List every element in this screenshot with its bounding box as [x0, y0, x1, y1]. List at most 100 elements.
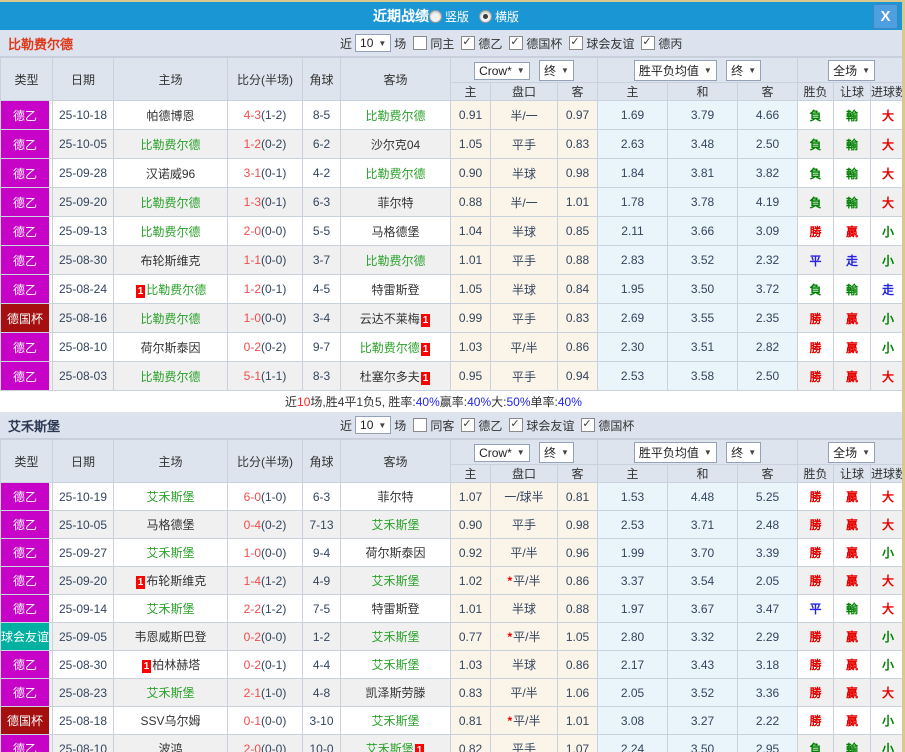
avg-home-cell: 1.97 — [598, 595, 668, 623]
league-checkbox[interactable] — [581, 418, 595, 432]
avg-home-cell: 2.63 — [598, 130, 668, 159]
radio-horizontal-label[interactable]: 横版 — [495, 8, 519, 25]
away-team-cell: 凯泽斯劳滕 — [341, 679, 451, 707]
avg-select[interactable]: 胜平负均值▼ — [634, 442, 717, 463]
league-checkbox[interactable] — [569, 36, 583, 50]
home-odds-cell: 0.77 — [451, 623, 491, 651]
home-odds-cell: 1.01 — [451, 246, 491, 275]
result-mark: 勝 — [810, 546, 822, 560]
away-odds-cell: 0.84 — [558, 275, 598, 304]
result-mark: 贏 — [846, 312, 858, 326]
wdl-result-cell: 負 — [798, 159, 834, 188]
halftime-score: (0-1) — [261, 166, 286, 180]
goals-result-cell: 大 — [871, 595, 905, 623]
result-mark: 大 — [882, 138, 894, 152]
result-mark: 贏 — [846, 518, 858, 532]
league-checkbox[interactable] — [509, 418, 523, 432]
halftime-score: (1-0) — [261, 490, 286, 504]
corner-cell: 4-9 — [303, 567, 341, 595]
match-count-select[interactable]: 10▼ — [355, 34, 391, 52]
avg-draw-cell: 3.71 — [668, 511, 738, 539]
corner-cell: 7-13 — [303, 511, 341, 539]
handicap-cell: 半球 — [491, 217, 558, 246]
halftime-score: (0-0) — [261, 546, 286, 560]
league-badge: 德乙 — [1, 101, 49, 129]
handicap-result-cell: 走 — [834, 246, 871, 275]
avg-final-select[interactable]: 终▼ — [726, 60, 761, 81]
close-icon[interactable]: X — [873, 4, 898, 29]
corner-cell: 4-2 — [303, 159, 341, 188]
sub-avg-draw: 和 — [668, 465, 738, 483]
avg-home-cell: 1.69 — [598, 101, 668, 130]
rank-badge: 1 — [142, 660, 152, 673]
radio-horizontal[interactable] — [479, 10, 492, 23]
score-cell: 1-3(0-1) — [228, 188, 303, 217]
result-mark: 贏 — [846, 714, 858, 728]
result-mark: 大 — [882, 490, 894, 504]
col-score: 比分(半场) — [228, 58, 303, 101]
same-venue-checkbox[interactable] — [413, 418, 427, 432]
avg-select[interactable]: 胜平负均值▼ — [634, 60, 717, 81]
halftime-score: (0-0) — [261, 311, 286, 325]
away-team-name: 杜塞尔多夫 — [360, 370, 420, 384]
result-mark: 負 — [810, 109, 822, 123]
league-checkbox[interactable] — [641, 36, 655, 50]
corner-cell: 3-7 — [303, 246, 341, 275]
fulltime-score: 0-2 — [244, 658, 261, 672]
fulltime-score: 2-0 — [244, 224, 261, 238]
sub-wdl: 胜负 — [798, 465, 834, 483]
result-mark: 小 — [882, 658, 894, 672]
odds-group-header: Crow*▼ 终▼ — [451, 58, 598, 83]
sub-handicap-result: 让球 — [834, 465, 871, 483]
result-mark: 小 — [882, 254, 894, 268]
same-venue-label: 同主 — [430, 35, 454, 52]
avg-away-cell: 2.48 — [738, 511, 798, 539]
radio-vertical[interactable] — [429, 10, 442, 23]
wdl-result-cell: 負 — [798, 735, 834, 752]
near-label: 近 — [340, 417, 352, 434]
summary-text: 单率: — [531, 393, 558, 410]
halftime-score: (0-1) — [261, 282, 286, 296]
date-cell: 25-10-19 — [53, 483, 114, 511]
handicap-cell: 平/半 — [491, 679, 558, 707]
avg-home-cell: 2.53 — [598, 362, 668, 391]
handicap-cell: 半/一 — [491, 101, 558, 130]
avg-draw-cell: 3.79 — [668, 101, 738, 130]
sub-avg-home: 主 — [598, 83, 668, 101]
away-team-name: 特雷斯登 — [371, 602, 419, 616]
league-checkbox[interactable] — [461, 36, 475, 50]
odds-company-select[interactable]: Crow*▼ — [474, 62, 530, 80]
corner-cell: 8-5 — [303, 101, 341, 130]
avg-draw-cell: 3.70 — [668, 539, 738, 567]
scope-select[interactable]: 全场▼ — [828, 60, 875, 81]
matches-table: 类型 日期 主场 比分(半场) 角球 客场 Crow*▼ 终▼ 胜平负均值▼ 终… — [0, 57, 905, 391]
match-row: 德乙25-08-241比勒费尔德1-2(0-1)4-5特雷斯登1.05半球0.8… — [1, 275, 905, 304]
handicap-cell: 半球 — [491, 275, 558, 304]
league-checkbox[interactable] — [509, 36, 523, 50]
same-venue-checkbox[interactable] — [413, 36, 427, 50]
odds-final-select[interactable]: 终▼ — [539, 442, 574, 463]
result-mark: 贏 — [846, 370, 858, 384]
league-checkbox-label: 德国杯 — [526, 35, 562, 52]
scope-select[interactable]: 全场▼ — [828, 442, 875, 463]
halftime-score: (0-0) — [261, 742, 286, 752]
date-cell: 25-09-13 — [53, 217, 114, 246]
league-checkbox[interactable] — [461, 418, 475, 432]
home-team-name: 波鸿 — [158, 742, 182, 752]
wdl-result-cell: 負 — [798, 275, 834, 304]
radio-vertical-label[interactable]: 竖版 — [445, 8, 469, 25]
handicap-cell: 半球 — [491, 651, 558, 679]
home-odds-cell: 0.91 — [451, 101, 491, 130]
home-odds-cell: 1.01 — [451, 595, 491, 623]
result-mark: 平 — [810, 254, 822, 268]
league-type-cell: 德乙 — [1, 188, 53, 217]
away-odds-cell: 0.86 — [558, 651, 598, 679]
result-mark: 負 — [810, 283, 822, 297]
score-cell: 1-2(0-1) — [228, 275, 303, 304]
odds-company-select[interactable]: Crow*▼ — [474, 444, 530, 462]
away-team-cell: 云达不莱梅1 — [341, 304, 451, 333]
league-badge: 德乙 — [1, 333, 49, 361]
match-count-select[interactable]: 10▼ — [355, 416, 391, 434]
avg-final-select[interactable]: 终▼ — [726, 442, 761, 463]
odds-final-select[interactable]: 终▼ — [539, 60, 574, 81]
